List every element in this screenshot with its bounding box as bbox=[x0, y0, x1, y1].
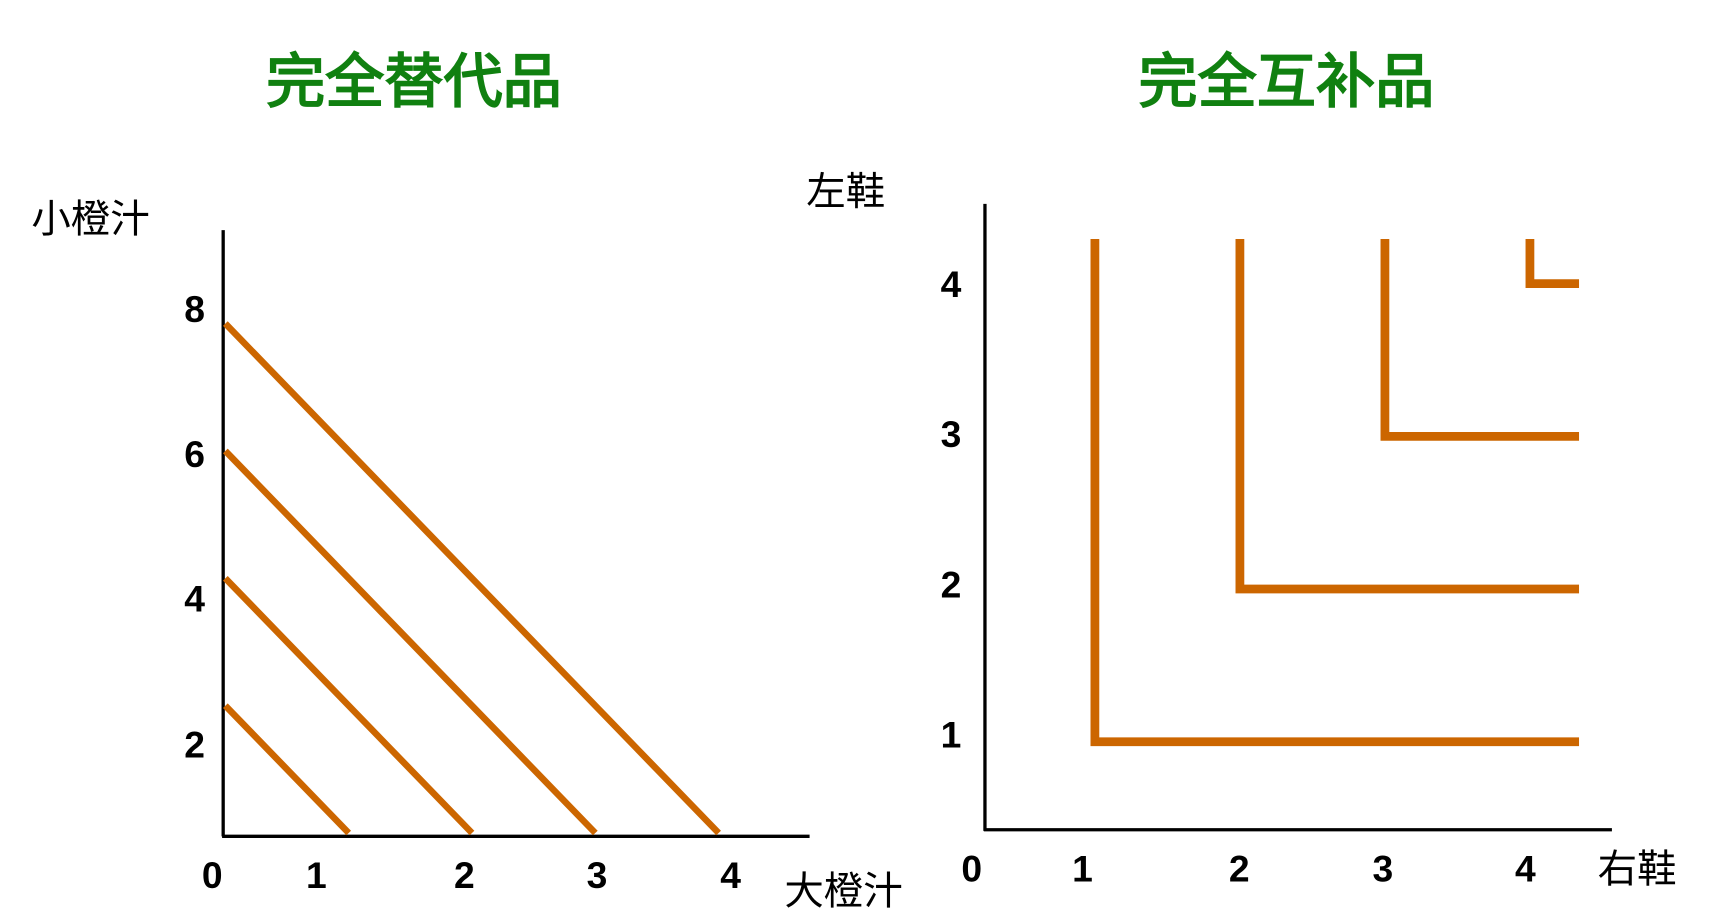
x-tick-label: 1 bbox=[306, 854, 327, 896]
x-axis-label: 大橙汁 bbox=[784, 868, 902, 914]
indifference-curve bbox=[1235, 238, 1580, 594]
x-tick-label: 4 bbox=[1515, 847, 1536, 889]
chart-title: 完全替代品 bbox=[266, 47, 562, 116]
x-axis-label: 右鞋 bbox=[1598, 846, 1677, 892]
x-tick-label: 0 bbox=[961, 847, 982, 889]
substitutes-chart: 完全替代品 小橙汁 大橙汁 0 1 2 3 4 8 6 4 2 bbox=[31, 47, 902, 914]
indifference-curve bbox=[223, 448, 598, 836]
indifference-curve bbox=[223, 576, 475, 836]
y-tick-label: 6 bbox=[184, 433, 205, 475]
y-tick-label: 8 bbox=[184, 288, 205, 330]
complements-chart: 完全互补品 左鞋 右鞋 0 1 2 3 4 4 3 2 1 bbox=[806, 47, 1676, 892]
y-axis-label: 小橙汁 bbox=[31, 196, 149, 242]
x-tick-label: 1 bbox=[1072, 847, 1093, 889]
y-tick-label: 4 bbox=[941, 263, 962, 305]
x-tick-label: 3 bbox=[1372, 847, 1393, 889]
indifference-curve bbox=[1380, 238, 1580, 441]
y-tick-label: 1 bbox=[941, 714, 962, 756]
indifference-curve bbox=[1525, 238, 1580, 289]
x-tick-label: 3 bbox=[587, 854, 608, 896]
y-axis-label: 左鞋 bbox=[806, 169, 885, 215]
chart-title: 完全互补品 bbox=[1138, 47, 1434, 116]
y-tick-label: 4 bbox=[184, 578, 205, 620]
indifference-curve bbox=[223, 703, 352, 836]
x-tick-label: 2 bbox=[454, 854, 475, 896]
y-tick-label: 3 bbox=[941, 413, 962, 455]
x-tick-label: 4 bbox=[720, 854, 741, 896]
x-tick-label: 0 bbox=[202, 854, 223, 896]
x-tick-label: 2 bbox=[1229, 847, 1250, 889]
indifference-curve bbox=[223, 321, 721, 836]
y-tick-label: 2 bbox=[184, 723, 205, 765]
y-tick-label: 2 bbox=[941, 563, 962, 605]
indifference-curve bbox=[1090, 238, 1580, 747]
figure: 完全替代品 小橙汁 大橙汁 0 1 2 3 4 8 6 4 2 完全互补品 左鞋… bbox=[31, 47, 1676, 914]
